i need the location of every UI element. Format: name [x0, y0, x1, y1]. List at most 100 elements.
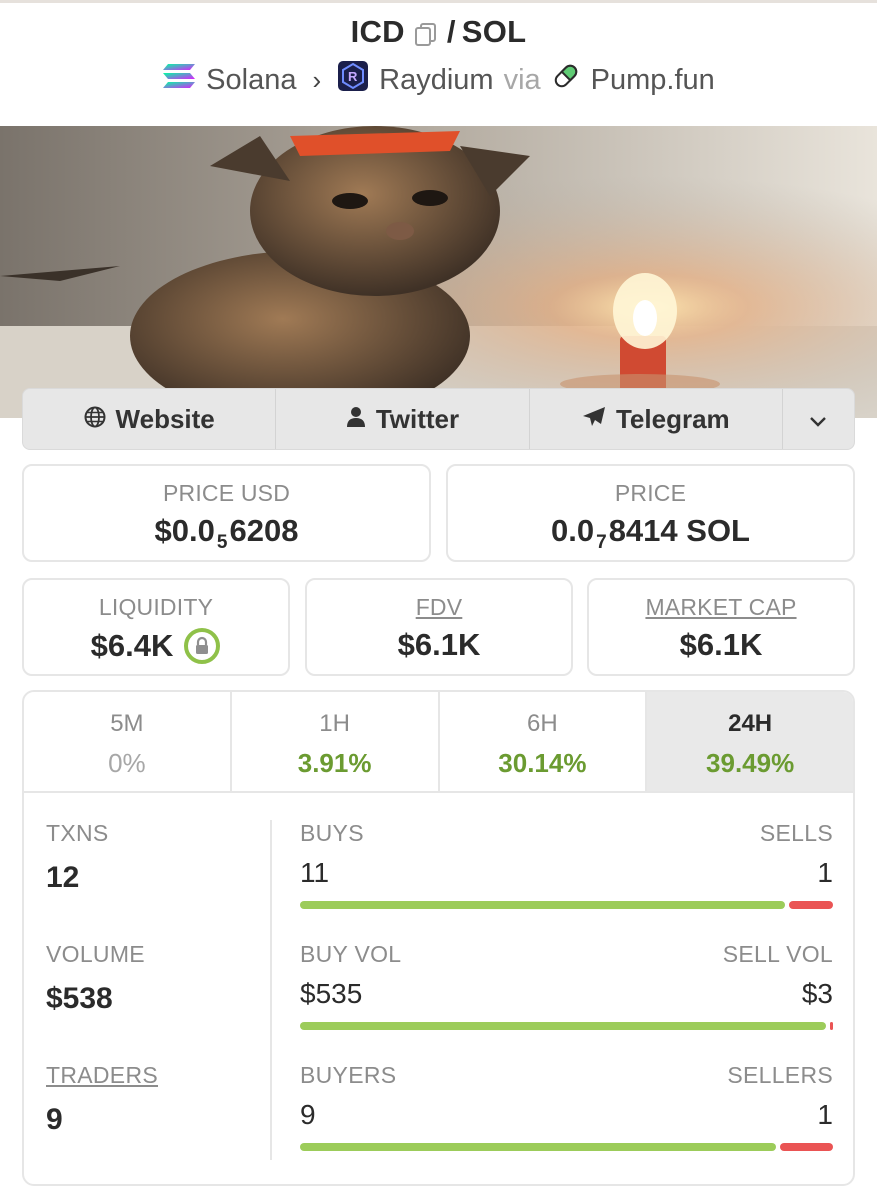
- column-divider: [270, 820, 272, 1160]
- breakdown-column: BUYS SELLS 11 1 BUY VOL SELL VOL $535 $3: [300, 820, 833, 1183]
- telegram-button[interactable]: Telegram: [530, 389, 783, 449]
- buys-value: 11: [300, 857, 330, 888]
- buy-portion: [300, 1143, 777, 1151]
- fdv-card: FDV $6.1K: [305, 578, 573, 676]
- fdv-label[interactable]: FDV: [307, 594, 571, 621]
- chevron-right-icon: ›: [312, 64, 322, 95]
- price-usd-prefix: $0.0: [154, 513, 215, 548]
- buyers-sellers-stat: BUYERS SELLERS 9 1: [300, 1062, 833, 1183]
- txns-stat: TXNS 12: [46, 820, 266, 941]
- sells-value: 1: [817, 857, 833, 888]
- sell-portion: [789, 901, 833, 909]
- tab-label: 1H: [319, 710, 350, 737]
- liquidity-label: LIQUIDITY: [98, 594, 214, 620]
- fdv-value: $6.1K: [397, 627, 481, 662]
- totals-column: TXNS 12 VOLUME $538 TRADERS 9: [46, 820, 266, 1183]
- pair-header: ICD / SOL Solana › R Raydium via Pump.fu…: [0, 14, 877, 100]
- website-label: Website: [115, 403, 215, 434]
- volume-split-stat: BUY VOL SELL VOL $535 $3: [300, 941, 833, 1062]
- buy-portion: [300, 901, 786, 909]
- price-native-label: PRICE: [614, 480, 687, 506]
- token-banner-image: [0, 126, 877, 418]
- website-button[interactable]: Website: [23, 389, 277, 449]
- traders-label[interactable]: TRADERS: [46, 1062, 266, 1089]
- traders-stat: TRADERS 9: [46, 1062, 266, 1183]
- lock-icon[interactable]: [183, 627, 221, 665]
- tab-label: 24H: [728, 710, 773, 737]
- buy-portion: [300, 1022, 826, 1030]
- sellers-label: SELLERS: [727, 1062, 833, 1088]
- solana-icon: [162, 62, 196, 98]
- tab-label: 6H: [527, 710, 558, 737]
- txns-value: 12: [46, 861, 80, 894]
- tab-change: 39.49%: [706, 748, 795, 778]
- tab-label: 5M: [110, 710, 144, 737]
- paper-plane-icon: [582, 404, 606, 435]
- tab-6h[interactable]: 6H 30.14%: [440, 692, 648, 791]
- tab-1h[interactable]: 1H 3.91%: [232, 692, 440, 791]
- price-native-digits: 8414 SOL: [608, 513, 750, 548]
- market-cap-value: $6.1K: [679, 627, 763, 662]
- buy-vol-value: $535: [300, 978, 363, 1009]
- chevron-down-icon: [809, 404, 827, 435]
- tab-5m[interactable]: 5M 0%: [24, 692, 232, 791]
- price-usd-label: PRICE USD: [162, 480, 291, 506]
- buyers-sellers-bar: [300, 1143, 833, 1151]
- tab-change: 30.14%: [498, 748, 587, 778]
- breadcrumb: Solana › R Raydium via Pump.fun: [0, 60, 877, 100]
- telegram-label: Telegram: [615, 403, 730, 434]
- buys-sells-bar: [300, 901, 833, 909]
- sellers-value: 1: [817, 1099, 833, 1130]
- txns-label: TXNS: [46, 820, 109, 846]
- trading-stats-panel: 5M 0% 1H 3.91% 6H 30.14% 24H 39.49% TXNS…: [22, 690, 855, 1186]
- price-native-card: PRICE 0.0 7 8414 SOL: [446, 464, 855, 562]
- timeframe-tabs: 5M 0% 1H 3.91% 6H 30.14% 24H 39.49%: [24, 692, 853, 793]
- traders-value: 9: [46, 1103, 63, 1136]
- more-links-dropdown[interactable]: [783, 389, 854, 449]
- price-usd-value: $0.0 5 6208: [24, 513, 429, 553]
- launchpad-name[interactable]: Pump.fun: [591, 64, 715, 97]
- tab-change: 0%: [108, 748, 146, 778]
- raydium-icon: R: [337, 60, 369, 100]
- volume-label: VOLUME: [46, 941, 145, 967]
- token-symbol: ICD: [350, 14, 405, 49]
- buyers-value: 9: [300, 1099, 316, 1130]
- liquidity-value-row: $6.4K: [24, 627, 288, 665]
- tab-24h[interactable]: 24H 39.49%: [647, 692, 853, 791]
- volume-value: $538: [46, 982, 113, 1015]
- price-usd-card: PRICE USD $0.0 5 6208: [22, 464, 431, 562]
- tab-change: 3.91%: [297, 748, 372, 778]
- buyers-label: BUYERS: [300, 1062, 397, 1088]
- social-links-bar: Website Twitter Telegram: [22, 388, 855, 450]
- sells-label: SELLS: [759, 820, 833, 846]
- via-text: via: [503, 63, 541, 96]
- price-native-zero-count: 7: [596, 532, 607, 553]
- price-native-value: 0.0 7 8414 SOL: [448, 513, 853, 553]
- volume-split-bar: [300, 1022, 833, 1030]
- market-cap-card: MARKET CAP $6.1K: [587, 578, 855, 676]
- pair-title: ICD / SOL: [0, 14, 877, 50]
- globe-icon: [84, 404, 106, 435]
- quote-symbol: SOL: [461, 14, 527, 49]
- copy-icon[interactable]: [413, 19, 439, 46]
- chain-name[interactable]: Solana: [206, 64, 296, 97]
- liquidity-value: $6.4K: [90, 628, 174, 663]
- twitter-label: Twitter: [375, 403, 460, 434]
- pair-separator: /: [446, 14, 456, 49]
- svg-text:R: R: [348, 69, 358, 84]
- top-divider: [0, 0, 877, 3]
- sell-portion: [829, 1022, 833, 1030]
- price-usd-digits: 6208: [229, 513, 299, 548]
- buy-vol-label: BUY VOL: [300, 941, 402, 967]
- buys-sells-stat: BUYS SELLS 11 1: [300, 820, 833, 941]
- liquidity-card: LIQUIDITY $6.4K: [22, 578, 290, 676]
- market-cap-label[interactable]: MARKET CAP: [589, 594, 853, 621]
- pill-icon: [551, 61, 581, 99]
- price-native-prefix: 0.0: [551, 513, 595, 548]
- sell-vol-label: SELL VOL: [722, 941, 833, 967]
- price-usd-zero-count: 5: [216, 532, 228, 553]
- dex-name[interactable]: Raydium: [379, 64, 493, 97]
- twitter-button[interactable]: Twitter: [276, 389, 530, 449]
- user-icon: [346, 404, 366, 435]
- sell-portion: [780, 1143, 833, 1151]
